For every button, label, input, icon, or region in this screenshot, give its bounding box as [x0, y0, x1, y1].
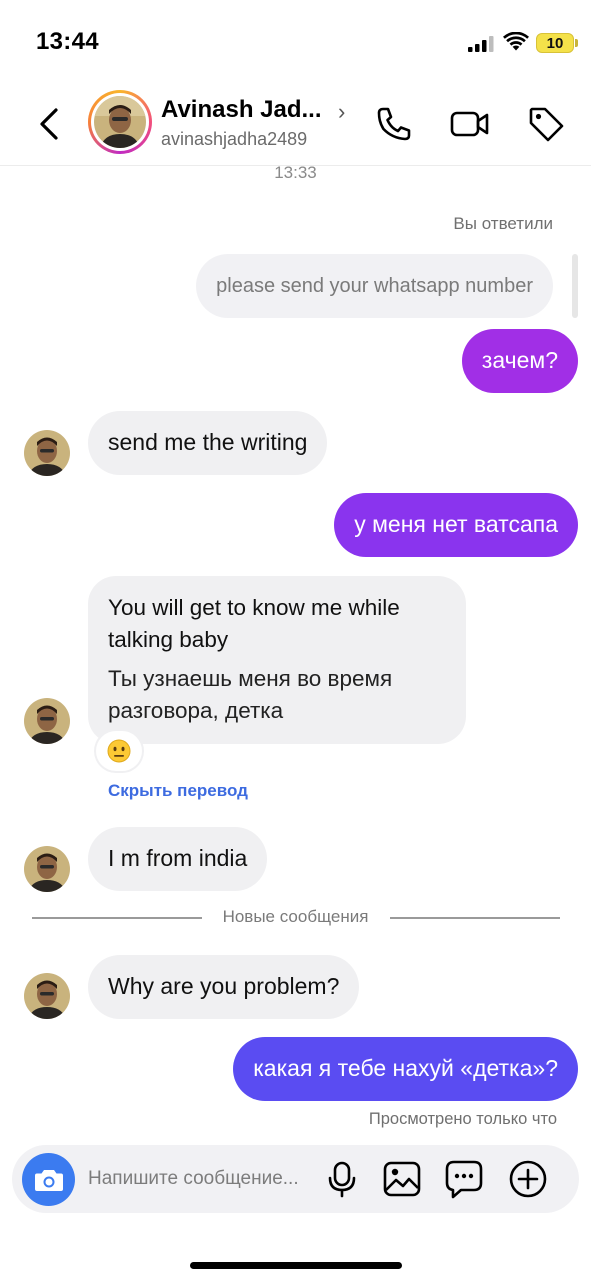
reply-scroll-indicator [572, 254, 578, 318]
battery-indicator: 10 [536, 33, 574, 53]
message-timestamp: 13:33 [274, 163, 317, 182]
new-messages-divider: Новые сообщения [0, 906, 591, 930]
message-outgoing[interactable]: зачем? [461, 329, 578, 393]
divider-line-right [390, 917, 560, 919]
sticker-icon[interactable] [444, 1159, 484, 1199]
seen-status: Просмотрено только что [368, 1110, 557, 1128]
add-icon[interactable] [508, 1159, 548, 1199]
phone-icon[interactable] [374, 104, 414, 144]
chat-header: Avinash Jad... › avinashjadha2489 [0, 86, 591, 166]
wifi-icon [503, 32, 529, 51]
chevron-right-icon[interactable]: › [338, 99, 345, 125]
contact-avatar[interactable] [88, 90, 152, 154]
sender-avatar[interactable] [24, 846, 70, 892]
contact-handle[interactable]: avinashjadha2489 [161, 129, 307, 150]
message-original-text: You will get to know me while talking ba… [108, 595, 400, 652]
sender-avatar[interactable] [24, 698, 70, 744]
message-incoming[interactable]: Why are you problem? [88, 955, 360, 1019]
message-composer [12, 1145, 579, 1213]
status-bar: 13:44 10 [0, 0, 591, 86]
reaction-emoji[interactable] [96, 731, 142, 771]
home-indicator[interactable] [190, 1262, 402, 1269]
replied-to-message[interactable]: please send your whatsapp number [196, 254, 553, 318]
gallery-icon[interactable] [382, 1159, 422, 1199]
message-incoming[interactable]: send me the writing [88, 411, 328, 475]
neutral-face-icon [107, 739, 131, 763]
video-icon[interactable] [450, 104, 490, 144]
hide-translation-link[interactable]: Скрыть перевод [108, 781, 248, 801]
camera-icon [34, 1169, 63, 1191]
tag-icon[interactable] [526, 104, 566, 144]
message-outgoing[interactable]: у меня нет ватсапа [334, 493, 578, 557]
contact-name[interactable]: Avinash Jad... [161, 96, 322, 124]
reply-note: Вы ответили [453, 214, 553, 233]
status-time: 13:44 [36, 28, 99, 55]
message-translation-text: Ты узнаешь меня во время разговора, детк… [108, 666, 393, 723]
camera-button[interactable] [22, 1153, 75, 1206]
battery-level: 10 [546, 34, 564, 52]
sender-avatar[interactable] [24, 973, 70, 1019]
avatar-photo [94, 96, 146, 148]
sender-avatar[interactable] [24, 430, 70, 476]
microphone-icon[interactable] [322, 1159, 362, 1199]
message-incoming-translated[interactable]: You will get to know me while talking ba… [88, 576, 466, 744]
message-input[interactable] [88, 1164, 308, 1194]
battery-tip [575, 39, 578, 47]
back-icon[interactable] [34, 104, 68, 144]
message-outgoing[interactable]: какая я тебе нахуй «детка»? [233, 1037, 578, 1101]
cellular-signal-icon [468, 36, 494, 52]
message-incoming[interactable]: I m from india [88, 827, 268, 891]
